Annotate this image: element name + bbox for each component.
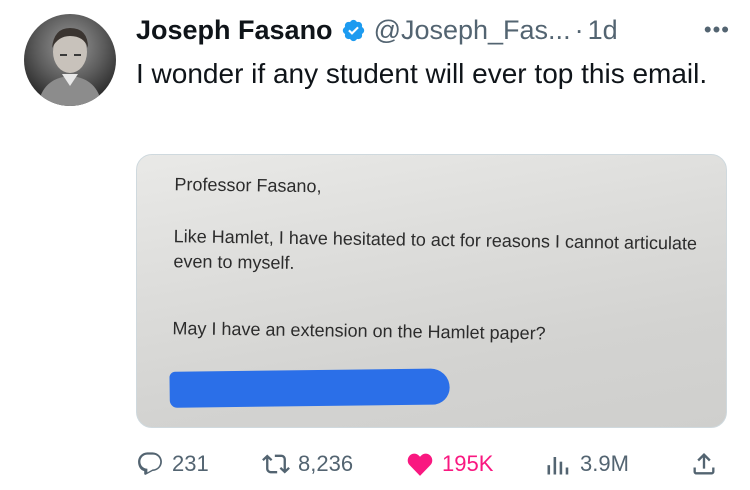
timestamp[interactable]: 1d [588, 10, 618, 50]
separator-dot: · [574, 15, 584, 45]
views-button[interactable]: 3.9M [544, 446, 629, 482]
email-paragraph-2: May I have an extension on the Hamlet pa… [172, 318, 546, 344]
retweet-icon [262, 454, 290, 474]
email-salutation: Professor Fasano, [174, 174, 322, 197]
tweet-header: Joseph Fasano @Joseph_Fas... · 1d ••• [136, 10, 730, 50]
tweet-text: I wonder if any student will ever top th… [136, 58, 708, 89]
redacted-signature [169, 368, 450, 408]
author-name[interactable]: Joseph Fasano [136, 10, 333, 50]
share-button[interactable] [690, 446, 726, 482]
like-button[interactable]: 195K [406, 446, 493, 482]
views-icon [547, 457, 569, 475]
reply-count: 231 [172, 451, 209, 476]
like-count: 195K [442, 451, 494, 476]
action-bar: 231 8,236 195K 3.9M [136, 446, 726, 482]
reply-icon [138, 452, 162, 475]
avatar-portrait [38, 28, 102, 106]
email-paragraph-1: Like Hamlet, I have hesitated to act for… [173, 226, 698, 273]
retweet-count: 8,236 [298, 451, 354, 476]
heart-icon [407, 453, 433, 476]
retweet-button[interactable]: 8,236 [262, 446, 353, 482]
tweet-media-image[interactable]: Professor Fasano, Like Hamlet, I have he… [136, 154, 727, 428]
more-icon[interactable]: ••• [704, 10, 730, 50]
share-icon [693, 453, 715, 475]
verified-badge-icon[interactable] [341, 18, 366, 43]
author-handle[interactable]: @Joseph_Fas... [374, 10, 571, 50]
email-photo: Professor Fasano, Like Hamlet, I have he… [137, 155, 726, 427]
views-count: 3.9M [580, 451, 629, 476]
avatar[interactable] [24, 14, 116, 106]
reply-button[interactable]: 231 [136, 446, 209, 482]
